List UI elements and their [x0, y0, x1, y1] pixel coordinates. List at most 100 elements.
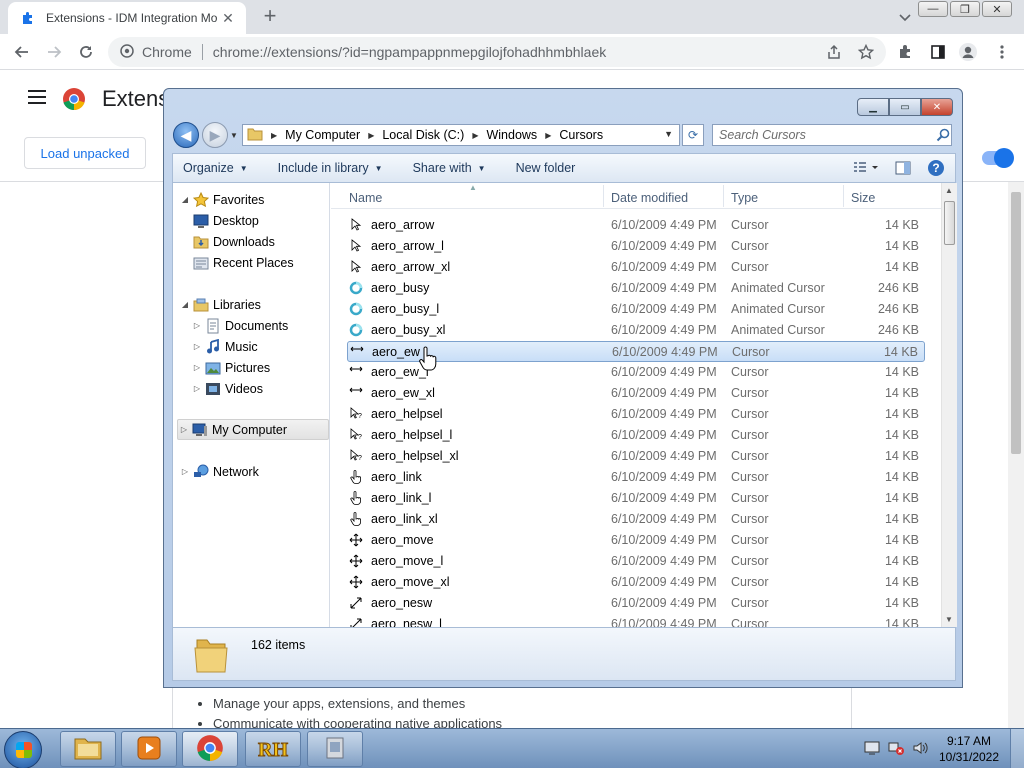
file-list-scrollbar[interactable]: ▲ ▼ [941, 183, 957, 627]
include-in-library-menu[interactable]: Include in library ▼ [278, 161, 383, 175]
show-desktop-button[interactable] [1010, 729, 1024, 768]
nav-downloads[interactable]: Downloads [191, 231, 275, 252]
expand-arrow-icon[interactable]: ▷ [191, 342, 203, 351]
page-scrollbar[interactable] [1008, 182, 1024, 728]
file-row[interactable]: aero_link_l 6/10/2009 4:49 PM Cursor 14 KB [331, 488, 941, 509]
address-history-dropdown-icon[interactable]: ▼ [664, 129, 673, 139]
taskbar-chrome-button[interactable] [182, 731, 238, 767]
breadcrumb-my-computer[interactable]: My Computer [285, 128, 360, 142]
file-row[interactable]: ? aero_helpsel_l 6/10/2009 4:49 PM Cursor 14… [331, 425, 941, 446]
reload-icon[interactable] [76, 42, 96, 62]
expand-arrow-icon[interactable]: ◢ [179, 300, 191, 309]
breadcrumb-arrow-icon[interactable]: ▶ [472, 131, 478, 140]
expand-arrow-icon[interactable]: ◢ [179, 195, 191, 204]
breadcrumb-arrow-icon[interactable]: ▶ [545, 131, 551, 140]
help-icon[interactable]: ? [927, 159, 945, 180]
nav-desktop[interactable]: Desktop [191, 210, 259, 231]
file-row[interactable]: aero_busy_l 6/10/2009 4:49 PM Animated Cur… [331, 299, 941, 320]
breadcrumb-local-disk[interactable]: Local Disk (C:) [382, 128, 464, 142]
scrollbar-thumb[interactable] [944, 201, 955, 245]
column-divider[interactable] [843, 185, 844, 207]
close-window-button[interactable]: ✕ [982, 1, 1012, 17]
file-row[interactable]: aero_move_xl 6/10/2009 4:49 PM Cursor 14 KB [331, 572, 941, 593]
breadcrumb-arrow-icon[interactable]: ▶ [368, 131, 374, 140]
explorer-back-button[interactable]: ◀ [173, 122, 199, 148]
preview-pane-icon[interactable] [895, 161, 911, 178]
breadcrumb-cursors[interactable]: Cursors [559, 128, 603, 142]
file-row[interactable]: aero_arrow_l 6/10/2009 4:49 PM Cursor 14 KB [331, 236, 941, 257]
minimize-button[interactable]: — [918, 1, 948, 17]
file-row[interactable]: aero_busy_xl 6/10/2009 4:49 PM Animated Cu… [331, 320, 941, 341]
file-row[interactable]: aero_busy 6/10/2009 4:49 PM Animated Curso… [331, 278, 941, 299]
search-icon[interactable] [936, 128, 950, 145]
share-with-menu[interactable]: Share with ▼ [413, 161, 486, 175]
breadcrumb-arrow-icon[interactable]: ▶ [271, 131, 277, 140]
scroll-down-icon[interactable]: ▼ [945, 615, 953, 624]
file-row[interactable]: ? aero_helpsel 6/10/2009 4:49 PM Cursor 14 K… [331, 404, 941, 425]
profile-avatar-icon[interactable] [958, 42, 978, 62]
taskbar-app-button[interactable] [307, 731, 363, 767]
nav-videos[interactable]: ▷ Videos [191, 378, 263, 399]
taskbar-resource-hacker-button[interactable]: RH [245, 731, 301, 767]
column-date-modified[interactable]: Date modified [611, 191, 688, 205]
close-tab-icon[interactable]: ✕ [220, 10, 236, 26]
file-row[interactable]: ? aero_helpsel_xl 6/10/2009 4:49 PM Cursor 1… [331, 446, 941, 467]
start-button[interactable] [4, 731, 42, 768]
recent-pages-dropdown-icon[interactable]: ▼ [230, 131, 238, 140]
taskbar-explorer-button[interactable] [60, 731, 116, 767]
column-divider[interactable] [603, 185, 604, 207]
nav-music[interactable]: ▷ Music [191, 336, 258, 357]
bookmark-star-icon[interactable] [856, 42, 876, 62]
volume-icon[interactable] [912, 740, 930, 759]
nav-documents[interactable]: ▷ Documents [191, 315, 288, 336]
column-divider[interactable] [723, 185, 724, 207]
restore-button[interactable]: ❐ [950, 1, 980, 17]
developer-mode-toggle[interactable] [982, 148, 1014, 168]
extensions-icon[interactable] [896, 42, 916, 62]
forward-arrow-icon[interactable] [44, 42, 64, 62]
organize-menu[interactable]: Organize ▼ [183, 161, 248, 175]
file-row[interactable]: aero_arrow 6/10/2009 4:49 PM Cursor 14 KB [331, 215, 941, 236]
expand-arrow-icon[interactable]: ▷ [191, 363, 203, 372]
address-bar[interactable]: Chrome chrome://extensions/?id=ngpampapp… [108, 37, 886, 67]
nav-my-computer[interactable]: ▷ My Computer [177, 419, 329, 440]
clock[interactable]: 9:17 AM 10/31/2022 [934, 733, 1004, 765]
expand-arrow-icon[interactable]: ▷ [191, 384, 203, 393]
file-row[interactable]: aero_ew_xl 6/10/2009 4:49 PM Cursor 14 KB [331, 383, 941, 404]
refresh-icon[interactable]: ⟳ [682, 124, 704, 146]
change-view-icon[interactable] [853, 161, 879, 178]
column-name[interactable]: Name [349, 191, 382, 205]
new-tab-button[interactable]: + [258, 5, 282, 29]
file-row[interactable]: aero_move 6/10/2009 4:49 PM Cursor 14 KB [331, 530, 941, 551]
expand-arrow-icon[interactable]: ▷ [178, 425, 190, 434]
explorer-maximize-button[interactable]: ▭ [889, 98, 921, 116]
nav-libraries[interactable]: ◢ Libraries [179, 294, 261, 315]
breadcrumb-windows[interactable]: Windows [486, 128, 537, 142]
column-size[interactable]: Size [851, 191, 875, 205]
taskbar-media-player-button[interactable] [121, 731, 177, 767]
file-row[interactable]: aero_move_l 6/10/2009 4:49 PM Cursor 14 KB [331, 551, 941, 572]
nav-pictures[interactable]: ▷ Pictures [191, 357, 270, 378]
more-menu-icon[interactable] [992, 42, 1012, 62]
hamburger-menu-icon[interactable] [28, 90, 46, 107]
expand-arrow-icon[interactable]: ▷ [179, 467, 191, 476]
nav-network[interactable]: ▷ Network [179, 461, 259, 482]
page-scrollbar-thumb[interactable] [1011, 192, 1021, 454]
nav-recent-places[interactable]: Recent Places [191, 252, 294, 273]
search-input[interactable]: Search Cursors [712, 124, 952, 146]
file-row[interactable]: aero_nesw_l 6/10/2009 4:49 PM Cursor 14 KB [331, 614, 941, 627]
scroll-up-icon[interactable]: ▲ [945, 186, 953, 195]
action-center-icon[interactable] [864, 740, 880, 759]
explorer-close-button[interactable]: ✕ [921, 98, 953, 116]
expand-arrow-icon[interactable]: ▷ [191, 321, 203, 330]
explorer-forward-button[interactable]: ▶ [202, 122, 228, 148]
new-folder-button[interactable]: New folder [516, 161, 576, 175]
file-row[interactable]: aero_arrow_xl 6/10/2009 4:49 PM Cursor 14 K… [331, 257, 941, 278]
explorer-address-bar[interactable]: ▶ My Computer ▶ Local Disk (C:) ▶ Window… [242, 124, 680, 146]
network-status-icon[interactable] [888, 740, 904, 759]
side-panel-icon[interactable] [928, 42, 948, 62]
nav-favorites[interactable]: ◢ Favorites [179, 189, 264, 210]
back-arrow-icon[interactable] [12, 42, 32, 62]
file-row[interactable]: aero_link_xl 6/10/2009 4:49 PM Cursor 14 KB [331, 509, 941, 530]
tab-extensions[interactable]: Extensions - IDM Integration Mo ✕ [8, 2, 246, 34]
